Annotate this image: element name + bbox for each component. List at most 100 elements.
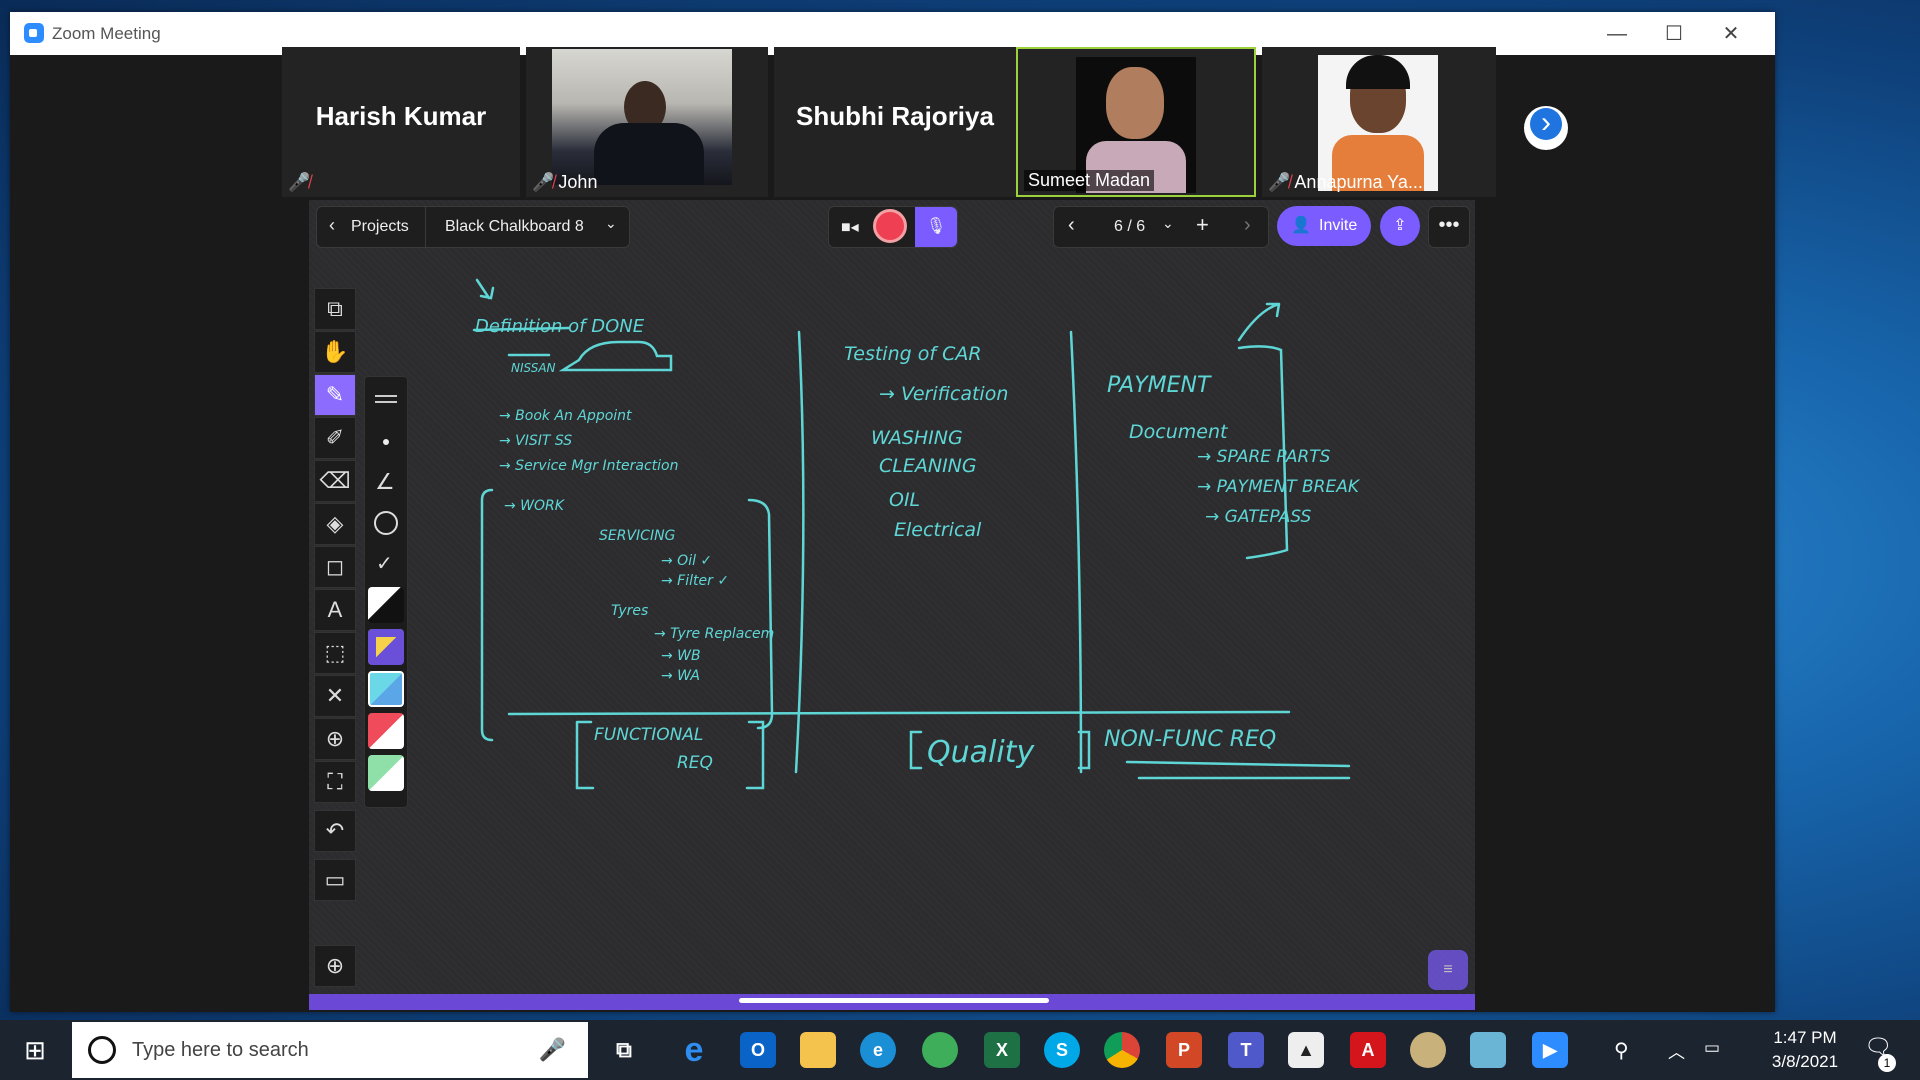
person-body (594, 123, 704, 185)
board-heading: PAYMENT (1107, 373, 1212, 398)
menu-icon: ≡ (1443, 961, 1453, 978)
skype-icon[interactable]: S (1044, 1032, 1080, 1068)
notepad-icon[interactable] (1470, 1032, 1506, 1068)
car-sketch (558, 340, 673, 372)
next-participants-button[interactable] (1524, 106, 1568, 150)
close-button[interactable]: ✕ (1707, 20, 1755, 48)
board-text: REQ (677, 753, 713, 773)
chat-menu-button[interactable]: ≡ (1428, 950, 1468, 990)
board-text: Tyres (611, 603, 648, 619)
board-text: → WA (661, 668, 700, 684)
board-text: Electrical (894, 519, 982, 541)
outlook-icon[interactable]: O (740, 1032, 776, 1068)
participant-tile[interactable]: 🎤̸ Annapurna Ya... (1262, 47, 1496, 197)
participant-strip: Harish Kumar 🎤̸ 🎤̸ John Shubhi Rajoriya S… (270, 47, 1500, 197)
board-text: NISSAN (511, 361, 556, 375)
zoom-app-icon (24, 23, 44, 43)
edge-icon[interactable]: e (860, 1032, 896, 1068)
participant-name: Annapurna Ya... (1294, 172, 1423, 192)
participant-tile[interactable]: 🎤̸ John (526, 47, 768, 197)
bracket-right (747, 498, 774, 730)
excel-icon[interactable]: X (984, 1032, 1020, 1068)
photos-icon[interactable]: ▲ (1288, 1032, 1324, 1068)
bracket-right (745, 720, 765, 790)
arrow-mark (475, 278, 495, 300)
powerpoint-icon[interactable]: P (1166, 1032, 1202, 1068)
windows-logo-icon: ⊞ (24, 1035, 46, 1065)
participant-photo (1318, 55, 1438, 191)
divider-line (1069, 330, 1083, 774)
show-hidden-icons-chevron-icon[interactable]: ︿ (1668, 1038, 1685, 1063)
cortana-icon (88, 1036, 116, 1064)
mic-muted-icon: 🎤̸ (288, 172, 311, 192)
board-text: Quality (927, 735, 1035, 770)
mic-muted-icon: 🎤̸ (1268, 172, 1291, 192)
participant-video (552, 49, 732, 185)
globe-icon[interactable] (922, 1032, 958, 1068)
person-face (1106, 67, 1164, 139)
participant-tile[interactable]: Harish Kumar 🎤̸ (282, 47, 520, 197)
paint-icon[interactable] (1410, 1032, 1446, 1068)
notification-count-badge: 1 (1878, 1054, 1896, 1072)
baseline-line (507, 710, 1291, 716)
board-text: → Tyre Replacem (654, 626, 774, 642)
participant-label: Sumeet Madan (1024, 170, 1155, 191)
board-text: → WB (661, 648, 701, 664)
clock-date: 3/8/2021 (1771, 1052, 1839, 1071)
system-clock[interactable]: 1:47 PM 3/8/2021 (1750, 1026, 1860, 1074)
mic-muted-icon: 🎤̸ (532, 172, 555, 192)
board-text: SERVICING (599, 528, 676, 544)
maximize-button[interactable]: ☐ (1650, 20, 1698, 48)
minimize-button[interactable]: — (1593, 20, 1641, 48)
underline-mark (1125, 760, 1351, 780)
board-text: CLEANING (879, 455, 977, 477)
divider-line (794, 330, 805, 774)
board-text: → Service Mgr Interaction (499, 458, 679, 474)
person-hair (1346, 55, 1410, 89)
board-text: Document (1129, 421, 1229, 443)
file-explorer-icon[interactable] (800, 1032, 836, 1068)
arrow-mark (1237, 302, 1281, 342)
participant-label: 🎤̸ (288, 172, 314, 193)
board-text: FUNCTIONAL (594, 725, 703, 745)
clock-time: 1:47 PM (1773, 1028, 1837, 1047)
participant-name: Shubhi Rajoriya (796, 101, 994, 131)
board-heading: Testing of CAR (844, 343, 982, 365)
chalk-drawing: Definition of DONE NISSAN → Book An Appo… (472, 278, 1361, 790)
participant-name: Harish Kumar (315, 101, 487, 131)
board-text: → VISIT SS (499, 433, 572, 449)
board-text: OIL (889, 489, 920, 511)
board-heading: Definition of DONE (475, 316, 645, 337)
board-text: → PAYMENT BREAK (1197, 477, 1361, 497)
people-icon[interactable]: ⚲ (1614, 1038, 1629, 1063)
window-title: Zoom Meeting (52, 24, 161, 43)
scroll-handle[interactable] (739, 998, 1049, 1003)
participant-label: 🎤̸ Annapurna Ya... (1268, 172, 1423, 193)
participant-name: Sumeet Madan (1028, 170, 1151, 190)
bracket-left (480, 488, 494, 742)
battery-icon[interactable]: ▭ (1704, 1038, 1720, 1058)
windows-taskbar: ⊞ Type here to search 🎤 ⧉ e O e X S P T … (0, 1020, 1920, 1080)
participant-label: 🎤̸ John (532, 172, 597, 193)
teams-icon[interactable]: T (1228, 1032, 1264, 1068)
board-text: → Oil ✓ (661, 553, 712, 569)
microphone-icon[interactable]: 🎤 (539, 1037, 566, 1063)
bracket-left (575, 720, 595, 790)
taskbar-search-box[interactable]: Type here to search 🎤 (72, 1022, 588, 1078)
board-text: → Verification (879, 383, 1008, 405)
board-text: WASHING (871, 427, 963, 449)
zoom-icon[interactable]: ▶ (1532, 1032, 1568, 1068)
chrome-icon[interactable] (1104, 1032, 1140, 1068)
board-text: NON-FUNC REQ (1104, 727, 1276, 752)
board-text: → WORK (504, 498, 566, 514)
participant-tile-active-speaker[interactable]: Sumeet Madan (1016, 47, 1256, 197)
search-placeholder: Type here to search (132, 1039, 309, 1061)
task-view-icon[interactable]: ⧉ (606, 1032, 642, 1068)
board-bottom-bar (309, 994, 1475, 1010)
participant-tile[interactable]: Shubhi Rajoriya (774, 47, 1016, 197)
start-button[interactable]: ⊞ (0, 1020, 70, 1080)
board-text: → Filter ✓ (661, 573, 729, 589)
acrobat-icon[interactable]: A (1350, 1032, 1386, 1068)
internet-explorer-icon[interactable]: e (676, 1032, 712, 1068)
board-text: → GATEPASS (1205, 507, 1312, 527)
